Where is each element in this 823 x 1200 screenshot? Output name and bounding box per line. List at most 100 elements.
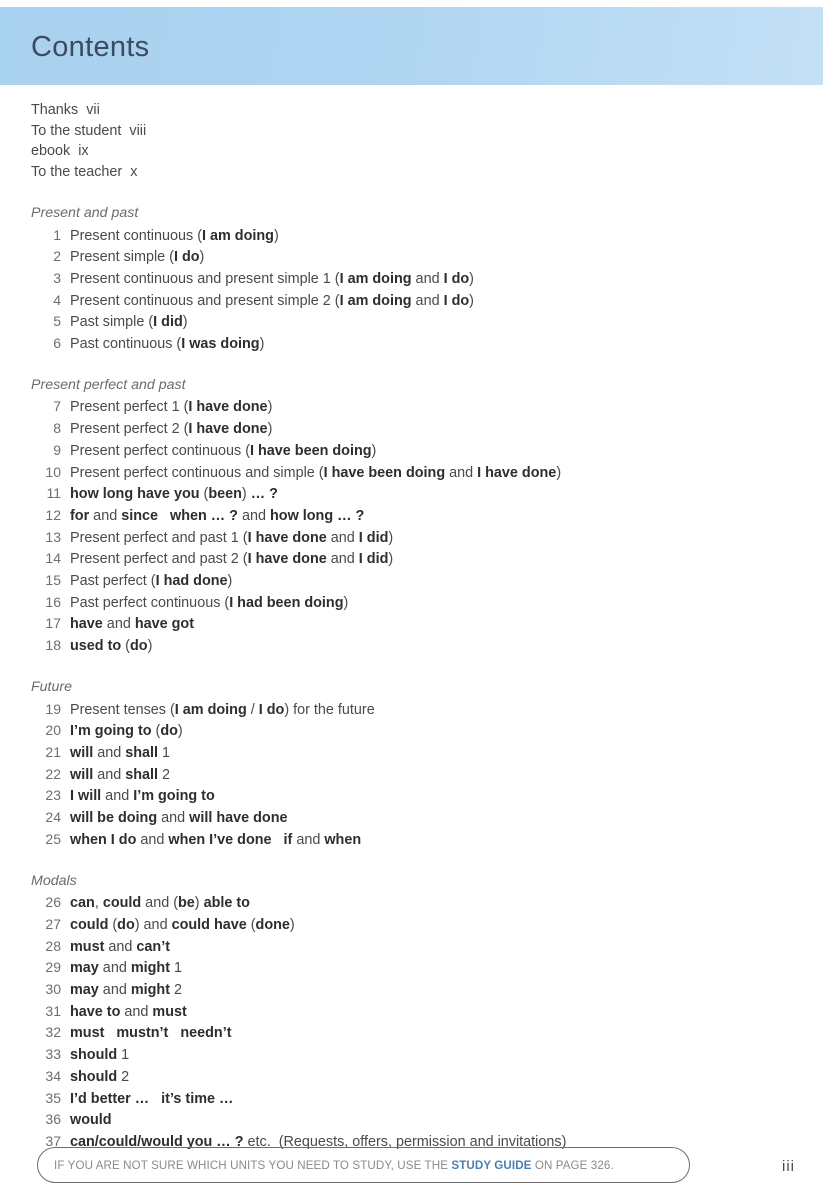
entry-label: Present continuous and present simple 2 … <box>70 292 474 309</box>
entry-number: 3 <box>53 269 61 286</box>
entry-number: 7 <box>53 398 61 415</box>
entry-label: could (do) and could have (done) <box>70 916 295 933</box>
entry-label: when I do and when I’ve done if and when <box>70 831 362 848</box>
section-title: Future <box>31 678 73 695</box>
entry-label: Present perfect 1 (I have done) <box>70 399 273 416</box>
entry-number: 2 <box>53 248 61 265</box>
entry-number: 9 <box>53 441 61 458</box>
contents-section: Present perfect and past 7 Present perfect… <box>31 375 731 657</box>
entry-number: 15 <box>45 572 61 589</box>
entry-number: 17 <box>45 615 61 632</box>
contents-entry[interactable]: 10 Present perfect continuous and simple … <box>31 462 731 484</box>
section-title: Present and past <box>31 204 139 221</box>
entry-label: have to and must <box>70 1003 187 1020</box>
entry-number: 14 <box>45 550 61 567</box>
entry-label: can, could and (be) able to <box>70 895 250 912</box>
entry-number: 34 <box>45 1067 61 1084</box>
front-matter-item: ebook ix <box>31 143 89 160</box>
entry-number: 25 <box>45 830 61 847</box>
entry-label: Present perfect and past 1 (I have done … <box>70 529 394 546</box>
contents-entry[interactable]: 24 will be doing and will have done <box>31 807 731 829</box>
contents-entry[interactable]: 9 Present perfect continuous (I have been… <box>31 440 731 462</box>
contents-entry[interactable]: 8 Present perfect 2 (I have done) <box>31 418 731 440</box>
entry-label: Past perfect continuous (I had been doin… <box>70 594 349 611</box>
entry-number: 12 <box>45 506 61 523</box>
entry-label: Present perfect 2 (I have done) <box>70 421 273 438</box>
entry-label: Past perfect (I had done) <box>70 573 233 590</box>
entry-number: 22 <box>45 765 61 782</box>
entry-number: 13 <box>45 528 61 545</box>
entry-number: 23 <box>45 787 61 804</box>
contents-entry[interactable]: 5 Past simple (I did) <box>31 311 731 333</box>
contents-entry[interactable]: 17 have and have got <box>31 613 731 635</box>
contents-entry[interactable]: 7 Present perfect 1 (I have done) <box>31 396 731 418</box>
contents-entry[interactable]: 6 Past continuous (I was doing) <box>31 333 731 355</box>
contents-entry[interactable]: 26 can, could and (be) able to <box>31 892 731 914</box>
contents-entry[interactable]: 3 Present continuous and present simple 1… <box>31 268 731 290</box>
entry-label: should 1 <box>70 1047 130 1064</box>
contents-entry[interactable]: 35 I’d better … it’s time … <box>31 1088 731 1110</box>
entry-label: for and since when … ? and how long … ? <box>70 507 365 524</box>
entry-number: 31 <box>45 1002 61 1019</box>
entry-label: Past continuous (I was doing) <box>70 336 265 353</box>
entry-label: may and might 1 <box>70 960 183 977</box>
contents-entry[interactable]: 18 used to (do) <box>31 635 731 657</box>
contents-entry[interactable]: 29 may and might 1 <box>31 957 731 979</box>
contents-entry[interactable]: 30 may and might 2 <box>31 979 731 1001</box>
entry-number: 29 <box>45 959 61 976</box>
contents-entry[interactable]: 27 could (do) and could have (done) <box>31 914 731 936</box>
contents-entry[interactable]: 33 should 1 <box>31 1044 731 1066</box>
entry-label: Present perfect and past 2 (I have done … <box>70 551 394 568</box>
contents-entry[interactable]: 1 Present continuous (I am doing) <box>31 225 731 247</box>
entry-number: 32 <box>45 1024 61 1041</box>
entry-label: will and shall 1 <box>70 744 171 761</box>
entry-number: 19 <box>45 700 61 717</box>
contents-entry[interactable]: 34 should 2 <box>31 1066 731 1088</box>
entry-label: have and have got <box>70 616 194 633</box>
contents-list: Thanks vii To the student viii ebook ix To … <box>31 100 731 1153</box>
entry-number: 5 <box>53 313 61 330</box>
contents-entry[interactable]: 15 Past perfect (I had done) <box>31 570 731 592</box>
entry-number: 18 <box>45 637 61 654</box>
entry-number: 10 <box>45 463 61 480</box>
contents-entry[interactable]: 13 Present perfect and past 1 (I have don… <box>31 527 731 549</box>
entry-label: I’d better … it’s time … <box>70 1090 234 1107</box>
entry-label: Present perfect continuous and simple (I… <box>70 464 562 481</box>
contents-entry[interactable]: 36 would <box>31 1109 731 1131</box>
contents-entry[interactable]: 4 Present continuous and present simple 2… <box>31 290 731 312</box>
contents-entry[interactable]: 25 when I do and when I’ve done if and wh… <box>31 829 731 851</box>
contents-entry[interactable]: 2 Present simple (I do) <box>31 246 731 268</box>
contents-entry[interactable]: 12 for and since when … ? and how long … … <box>31 505 731 527</box>
contents-entry[interactable]: 14 Present perfect and past 2 (I have don… <box>31 548 731 570</box>
contents-section: Future 19 Present tenses (I am doing / I d… <box>31 677 731 851</box>
contents-entry[interactable]: 21 will and shall 1 <box>31 742 731 764</box>
entry-number: 21 <box>45 743 61 760</box>
entry-label: will and shall 2 <box>70 766 171 783</box>
contents-entry[interactable]: 28 must and can’t <box>31 936 731 958</box>
entry-label: Present perfect continuous (I have been … <box>70 442 377 459</box>
entry-number: 1 <box>53 226 61 243</box>
entry-number: 35 <box>45 1089 61 1106</box>
entry-label: used to (do) <box>70 638 153 655</box>
contents-entry[interactable]: 16 Past perfect continuous (I had been do… <box>31 592 731 614</box>
entry-label: would <box>70 1112 112 1129</box>
entry-number: 6 <box>53 335 61 352</box>
section-title: Present perfect and past <box>31 376 186 393</box>
header-band: Contents <box>0 7 823 85</box>
contents-entry[interactable]: 23 I will and I’m going to <box>31 785 731 807</box>
entry-label: how long have you (been) … ? <box>70 486 278 503</box>
contents-entry[interactable]: 32 must mustn’t needn’t <box>31 1022 731 1044</box>
entry-number: 8 <box>53 420 61 437</box>
entry-number: 16 <box>45 593 61 610</box>
entry-label: will be doing and will have done <box>70 810 288 827</box>
contents-entry[interactable]: 19 Present tenses (I am doing / I do) for… <box>31 699 731 721</box>
entry-number: 36 <box>45 1111 61 1128</box>
entry-label: I will and I’m going to <box>70 788 215 805</box>
entry-label: may and might 2 <box>70 982 183 999</box>
contents-entry[interactable]: 22 will and shall 2 <box>31 764 731 786</box>
contents-entry[interactable]: 20 I’m going to (do) <box>31 720 731 742</box>
entry-label: I’m going to (do) <box>70 723 183 740</box>
contents-entry[interactable]: 31 have to and must <box>31 1001 731 1023</box>
contents-entry[interactable]: 11 how long have you (been) … ? <box>31 483 731 505</box>
front-matter-item: To the student viii <box>31 122 147 139</box>
